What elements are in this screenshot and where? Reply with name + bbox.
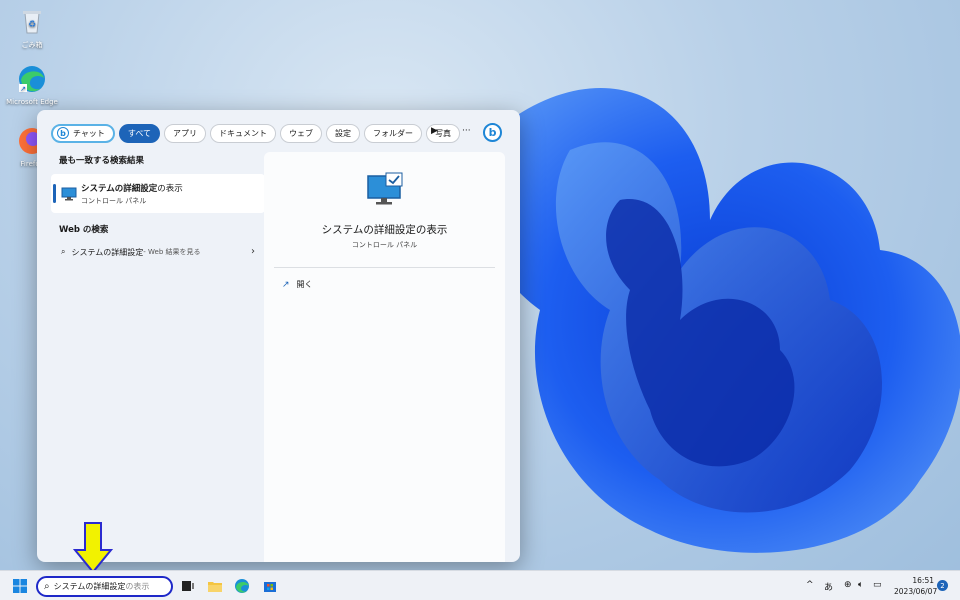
ime-indicator[interactable]: あ [824,580,833,593]
preview-title: システムの詳細設定の表示 [321,224,448,236]
search-icon: ⌕ [44,581,50,592]
search-typed-text: システムの詳細設定 [53,582,126,591]
file-explorer-icon[interactable] [207,578,223,594]
open-action[interactable]: ↗ 開く [282,279,313,290]
control-panel-monitor-large-icon [367,172,403,205]
control-panel-monitor-icon [61,187,77,200]
web-suffix: - Web 結果を見る [143,248,201,256]
desktop-icon-edge[interactable]: ↗ Microsoft Edge [4,64,60,106]
chip-documents[interactable]: ドキュメント [210,123,277,143]
windows-start-icon[interactable] [12,578,28,594]
best-match-title: システムの詳細設定の表示 [81,183,183,194]
web-search-result[interactable]: ⌕ システムの詳細設定 - Web 結果を見る › [51,243,265,261]
results-list: 最も一致する検索結果 システムの詳細設定の表示 コントロール パネル Web の… [51,154,265,261]
chip-settings[interactable]: 設定 [326,123,361,143]
bing-icon: b [57,127,69,139]
best-match-result[interactable]: システムの詳細設定の表示 コントロール パネル [51,174,265,213]
selection-indicator [53,184,56,203]
web-query: システムの詳細設定 [71,247,144,257]
best-match-heading: 最も一致する検索結果 [59,156,145,166]
result-preview: システムの詳細設定の表示 コントロール パネル ↗ 開く [264,152,505,562]
play-more-filters-button[interactable]: ▶ [431,126,438,136]
svg-text:↗: ↗ [20,85,26,93]
search-panel: b チャット すべて アプリ ドキュメント ウェブ 設定 フォルダー 写真 ▶ … [37,110,520,562]
desktop-icon-label: Microsoft Edge [6,98,58,106]
desktop-icon-label: ごみ箱 [21,41,43,49]
bing-chat-button[interactable]: b [483,123,502,142]
recycle-bin-icon: ♻ [23,11,41,34]
store-icon[interactable] [262,578,278,594]
edge-icon: ↗ [19,66,45,93]
open-label: 開く [296,280,313,289]
chevron-right-icon: › [251,246,255,257]
taskbar: ⌕ システムの詳細設定 の表示 ^ あ ⊕ 🔈︎ ▭ 16:51 2023/06/… [0,570,960,600]
notification-badge[interactable]: 2 [937,580,948,591]
web-search-heading: Web の検索 [59,225,109,235]
edge-icon[interactable] [234,578,250,594]
preview-divider [274,267,495,268]
open-external-icon: ↗ [282,279,290,290]
desktop-icon-recycle-bin[interactable]: ♻ ごみ箱 [4,6,60,50]
chip-apps[interactable]: アプリ [164,123,207,143]
tray-overflow-chevron-icon[interactable]: ^ [806,580,814,590]
preview-subtitle: コントロール パネル [351,241,418,249]
chip-chat[interactable]: b チャット [51,123,115,143]
chip-folders[interactable]: フォルダー [364,123,423,143]
best-match-subtitle: コントロール パネル [81,196,147,205]
taskbar-search-input[interactable]: ⌕ システムの詳細設定 の表示 [36,576,173,597]
search-icon: ⌕ [61,247,66,256]
task-view-icon[interactable] [180,578,196,594]
clock-time: 16:51 [912,576,934,585]
taskbar-clock[interactable]: 16:51 2023/06/07 [894,575,938,597]
search-ghost-text: の表示 [125,582,150,591]
svg-text:♻: ♻ [28,20,36,30]
chip-web[interactable]: ウェブ [280,123,323,143]
yellow-arrow-icon [73,522,113,574]
chip-all[interactable]: すべて [118,123,161,143]
volume-icon[interactable]: 🔈︎ [858,580,863,590]
network-globe-icon[interactable]: ⊕ [844,580,852,590]
wallpaper-bloom [478,88,960,553]
clock-date: 2023/06/07 [894,587,938,596]
battery-icon[interactable]: ▭ [873,580,882,590]
more-options-button[interactable]: ··· [462,126,471,136]
